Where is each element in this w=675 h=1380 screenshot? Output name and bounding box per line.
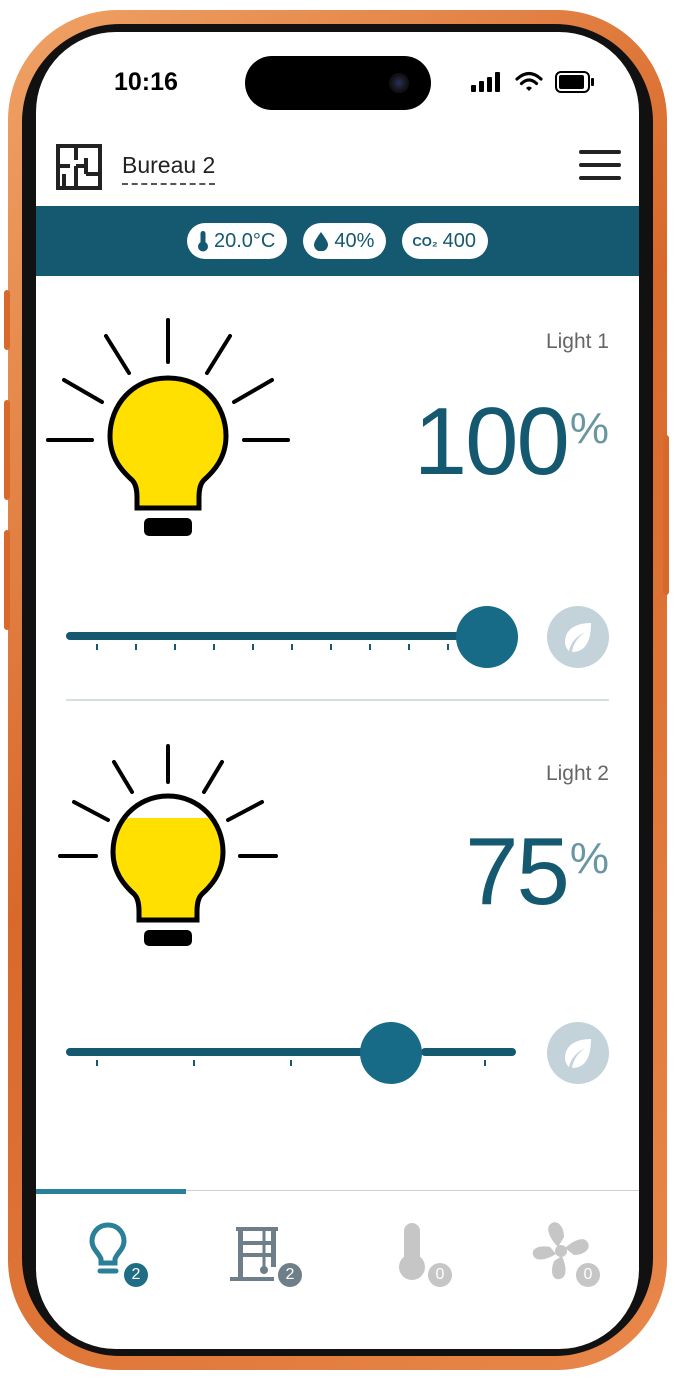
slider-thumb[interactable]	[456, 606, 518, 668]
menu-button[interactable]	[579, 150, 623, 184]
active-tab-indicator	[36, 1189, 186, 1194]
tab-shades[interactable]: 2	[228, 1217, 308, 1289]
tab-badge: 0	[426, 1261, 454, 1289]
light-level: 100 %	[414, 394, 609, 490]
battery-icon	[555, 71, 594, 93]
eco-mode-button[interactable]	[547, 1022, 609, 1084]
tab-badge: 2	[276, 1261, 304, 1289]
tab-lights[interactable]: 2	[84, 1217, 164, 1289]
floor-plan-icon[interactable]	[56, 144, 102, 190]
light-bulb-icon	[46, 318, 290, 536]
hamburger-icon	[579, 150, 621, 154]
humidity-pill: 40%	[303, 223, 387, 259]
status-icons	[471, 70, 595, 94]
tab-badge: 0	[574, 1261, 602, 1289]
percent-sign: %	[569, 834, 609, 883]
signal-icon	[471, 72, 500, 92]
bottom-nav: 2 2 0 0	[36, 1189, 639, 1349]
divider	[66, 699, 609, 701]
tab-ventilation[interactable]: 0	[528, 1217, 608, 1289]
volume-down-button	[4, 530, 10, 630]
light-card-1: Light 1 100 %	[36, 276, 639, 701]
co2-icon: CO₂	[412, 233, 438, 249]
water-drop-icon	[314, 232, 329, 251]
dimmer-slider[interactable]	[66, 606, 526, 668]
sensor-bar: 20.0°C 40% CO₂ 400	[36, 206, 639, 276]
eco-mode-button[interactable]	[547, 606, 609, 668]
temperature-value: 20.0°C	[213, 229, 276, 252]
temperature-pill: 20.0°C	[186, 223, 288, 259]
volume-up-button	[4, 400, 10, 500]
leaf-icon	[565, 1039, 591, 1068]
slider-thumb[interactable]	[360, 1022, 422, 1084]
light-name: Light 1	[545, 330, 609, 353]
light-level-number: 75	[465, 818, 570, 925]
wifi-icon	[515, 71, 543, 91]
light-bulb-icon	[58, 744, 278, 946]
light-name: Light 2	[545, 762, 609, 785]
dynamic-island	[245, 56, 431, 110]
status-time: 10:16	[114, 68, 178, 96]
co2-pill: CO₂ 400	[402, 223, 489, 259]
light-level-number: 100	[413, 388, 570, 495]
room-selector[interactable]: Bureau 2	[122, 152, 216, 185]
side-button	[4, 290, 10, 350]
humidity-value: 40%	[334, 229, 375, 252]
light-level: 75 %	[465, 824, 609, 920]
dimmer-slider[interactable]	[66, 1022, 526, 1084]
leaf-icon	[565, 623, 591, 652]
app-header: Bureau 2	[36, 140, 639, 206]
light-card-2: Light 2 75 %	[36, 702, 639, 1122]
tab-badge: 2	[122, 1261, 150, 1289]
power-button	[663, 435, 669, 595]
percent-sign: %	[569, 404, 609, 453]
thermometer-icon	[197, 231, 208, 252]
app-screen: 10:16 Bureau 2 20.0°C 40% CO₂ 400 Light …	[36, 32, 639, 1349]
tab-climate[interactable]: 0	[388, 1217, 468, 1289]
co2-value: 400	[442, 229, 477, 252]
